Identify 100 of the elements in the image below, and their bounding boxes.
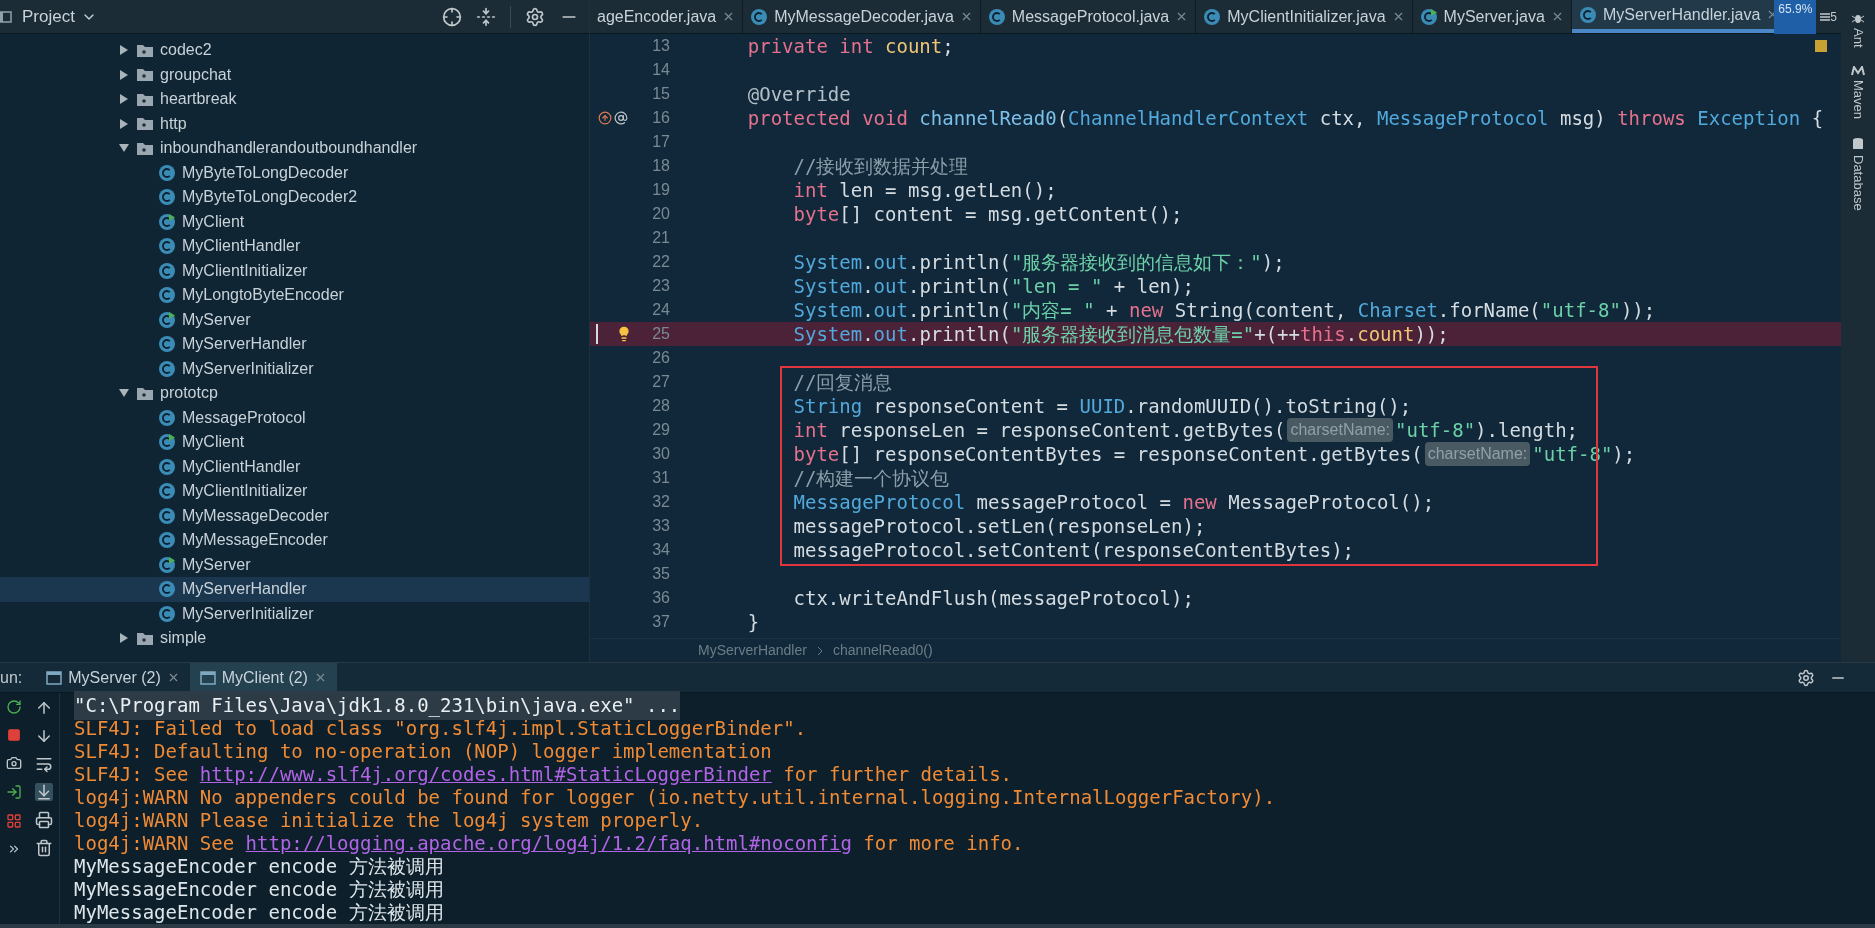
folder-icon [136, 42, 154, 58]
tree-item[interactable]: MyClientHandler [0, 454, 589, 479]
tree-item[interactable]: groupchat [0, 62, 589, 87]
tool-window-button[interactable]: Maven [1848, 65, 1868, 119]
editor-tab[interactable]: MyServer.java [1412, 0, 1572, 33]
run-tab[interactable]: MyClient (2) [189, 663, 337, 692]
tool-window-button[interactable]: Ant [1848, 12, 1868, 48]
editor-tab[interactable]: MyServerHandler.java [1571, 0, 1775, 33]
breadcrumb-item[interactable]: MyServerHandler [698, 640, 807, 661]
tab-list-icon[interactable] [1820, 11, 1831, 22]
code-token: "len = " [1010, 273, 1103, 299]
console-link[interactable]: http://logging.apache.org/log4j/1.2/faq.html#noconfig [245, 832, 852, 855]
breadcrumb-item[interactable]: channelRead0() [832, 640, 933, 661]
maven-icon [1851, 65, 1865, 76]
code-token: byte [792, 201, 840, 227]
annotation-icon[interactable] [614, 111, 628, 125]
tree-item[interactable]: http [0, 111, 589, 136]
layout-icon[interactable] [6, 813, 22, 829]
code-token: messageProtocol.setLen(responseLen); [792, 513, 1206, 539]
tree-item[interactable]: MyClientInitializer [0, 479, 589, 504]
print-icon[interactable] [34, 811, 53, 829]
collapsed-arrow-icon[interactable] [118, 44, 130, 57]
code-token: Exception [1697, 105, 1801, 131]
code-token: responseLen = responseContent.getBytes( [838, 417, 1286, 443]
tree-item[interactable]: inboundhandlerandoutboundhandler [0, 136, 589, 161]
editor-tab[interactable]: MyClientInitializer.java [1196, 0, 1413, 33]
run-tab[interactable]: MyServer (2) [36, 663, 190, 692]
code-token: .println( [907, 249, 1011, 275]
collapsed-arrow-icon[interactable] [118, 632, 130, 645]
tree-item[interactable]: MessageProtocol [0, 405, 589, 430]
line-number: 13 [651, 36, 670, 56]
settings-icon[interactable] [525, 6, 545, 27]
console-line: SLF4J: Defaulting to no-operation (NOP) logger implementation [74, 739, 772, 765]
collapsed-arrow-icon[interactable] [118, 68, 130, 81]
editor-tab[interactable]: ageEncoder.java [590, 0, 744, 33]
scroll-to-end-icon[interactable] [34, 783, 53, 801]
tree-item[interactable]: MyClientInitializer [0, 258, 589, 283]
collapsed-arrow-icon[interactable] [118, 93, 130, 106]
tree-item[interactable]: codec2 [0, 38, 589, 63]
tree-item[interactable]: MyLongtoByteEncoder [0, 283, 589, 308]
folder-icon [136, 140, 154, 156]
stop-icon[interactable] [7, 728, 21, 742]
more-icon[interactable] [7, 842, 21, 856]
code-token: //回复消息 [792, 369, 893, 395]
tree-item[interactable]: MyClientHandler [0, 234, 589, 259]
code-token: ); [1261, 249, 1285, 275]
code-token: { [1810, 105, 1824, 131]
trash-icon[interactable] [34, 839, 53, 857]
settings-icon[interactable] [1797, 668, 1815, 687]
lightbulb-icon[interactable] [616, 326, 632, 342]
collapsed-arrow-icon[interactable] [118, 117, 130, 130]
tree-item[interactable]: MyServerHandler [0, 332, 589, 357]
code-token: ).length; [1475, 417, 1579, 443]
console-icon [46, 670, 63, 685]
tree-item[interactable]: MyMessageEncoder [0, 528, 589, 553]
tree-item[interactable]: MyClient [0, 430, 589, 455]
editor-tab[interactable]: MessageProtocol.java [980, 0, 1197, 33]
tree-item[interactable]: MyByteToLongDecoder [0, 160, 589, 185]
tree-item[interactable]: MyServerHandler [0, 577, 589, 602]
locate-icon[interactable] [442, 6, 462, 27]
code-token: .forName( [1437, 297, 1541, 323]
soft-wrap-icon[interactable] [34, 755, 53, 773]
code-token: . [1345, 321, 1358, 347]
tree-item[interactable]: MyMessageDecoder [0, 503, 589, 528]
line-number: 34 [651, 540, 670, 560]
parameter-hint: charsetName: [1287, 418, 1393, 442]
tool-window-button[interactable]: Database [1848, 136, 1868, 211]
collapse-icon[interactable] [476, 6, 496, 27]
console-link[interactable]: http://www.slf4j.org/codes.html#StaticLoggerBinder [199, 763, 772, 786]
line-number: 27 [651, 372, 670, 392]
code-token: System [792, 273, 863, 299]
editor-tab[interactable]: MyMessageDecoder.java [743, 0, 981, 33]
tree-item[interactable]: MyServerInitializer [0, 601, 589, 626]
line-number: 37 [651, 612, 670, 632]
code-token: ; [942, 34, 954, 59]
tree-item[interactable]: MyServer [0, 307, 589, 332]
tree-item[interactable]: heartbreak [0, 87, 589, 112]
code-token: messageProtocol = [975, 489, 1172, 515]
override-icon[interactable] [598, 111, 612, 125]
line-number: 33 [651, 516, 670, 536]
project-dropdown[interactable]: Project [22, 3, 97, 30]
line-number: 32 [651, 492, 670, 512]
camera-icon[interactable] [6, 755, 22, 771]
tree-item[interactable]: prototcp [0, 381, 589, 406]
console-line: SLF4J: Failed to load class "org.slf4j.impl.StaticLoggerBinder". [74, 717, 807, 742]
tree-item[interactable]: simple [0, 626, 589, 651]
tree-item[interactable]: MyClient [0, 209, 589, 234]
console-icon [199, 670, 216, 685]
restore-icon[interactable] [6, 784, 22, 800]
parameter-hint: charsetName: [1424, 442, 1531, 466]
tree-item[interactable]: MyByteToLongDecoder2 [0, 185, 589, 210]
rerun-icon[interactable] [6, 699, 22, 715]
console-line: log4j:WARN No appenders could be found for logger (io.netty.util.internal.logging.InternalLoggerFactory). [74, 785, 1276, 811]
code-token: int [792, 417, 828, 443]
code-token: + [1105, 297, 1119, 323]
tree-item[interactable]: MyServerInitializer [0, 356, 589, 381]
tree-item[interactable]: MyServer [0, 552, 589, 577]
database-icon [1852, 136, 1864, 151]
code-token: this [1300, 321, 1346, 347]
code-token: UUID [1079, 393, 1126, 419]
